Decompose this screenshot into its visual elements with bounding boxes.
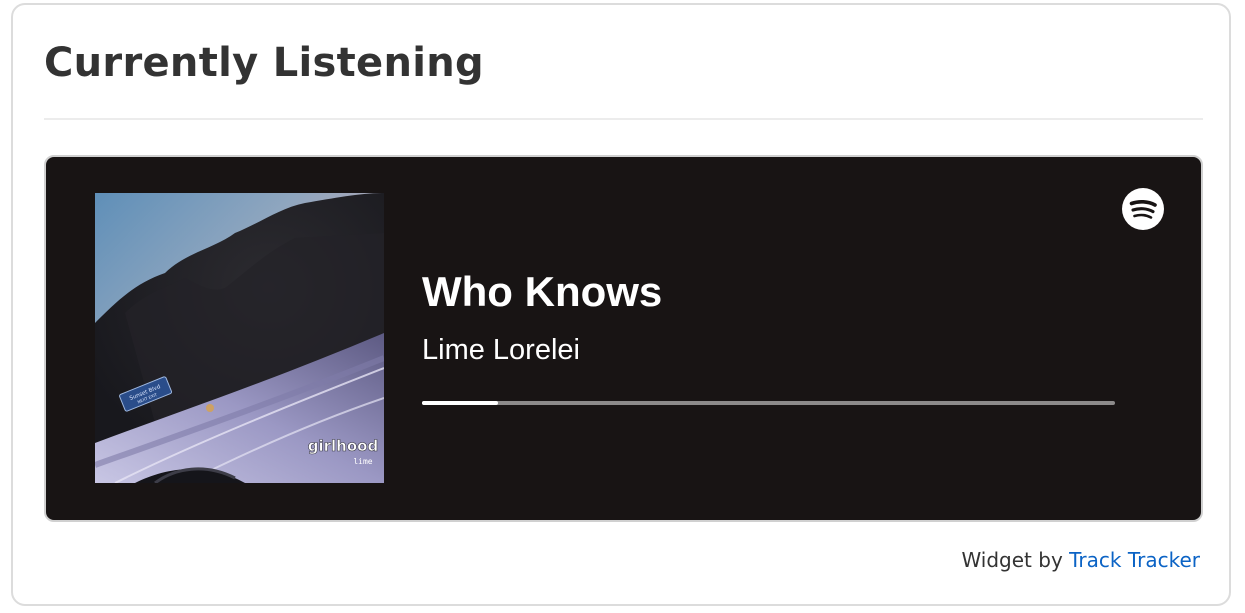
footer-prefix: Widget by: [961, 548, 1070, 572]
widget-title: Currently Listening: [44, 40, 484, 86]
track-tracker-link[interactable]: Track Tracker: [1069, 548, 1200, 572]
title-divider: [44, 118, 1203, 120]
track-artist[interactable]: Lime Lorelei: [422, 336, 580, 365]
track-title[interactable]: Who Knows: [422, 271, 662, 313]
progress-bar-fill: [422, 401, 499, 405]
now-playing-card[interactable]: Sunset Blvd NEXT EXIT girlhood lime Who …: [44, 155, 1203, 522]
currently-listening-widget: Currently Listening Sunset Blvd NEXT EXI…: [11, 3, 1231, 606]
progress-bar[interactable]: [422, 401, 1115, 405]
spotify-icon[interactable]: [1121, 187, 1165, 231]
album-logo: girlhood: [308, 437, 378, 455]
album-logo-subtext: lime: [353, 457, 372, 466]
widget-footer: Widget by Track Tracker: [961, 548, 1200, 572]
album-art[interactable]: Sunset Blvd NEXT EXIT girlhood lime: [95, 193, 384, 483]
album-cover-icon: Sunset Blvd NEXT EXIT girlhood lime: [95, 193, 384, 483]
